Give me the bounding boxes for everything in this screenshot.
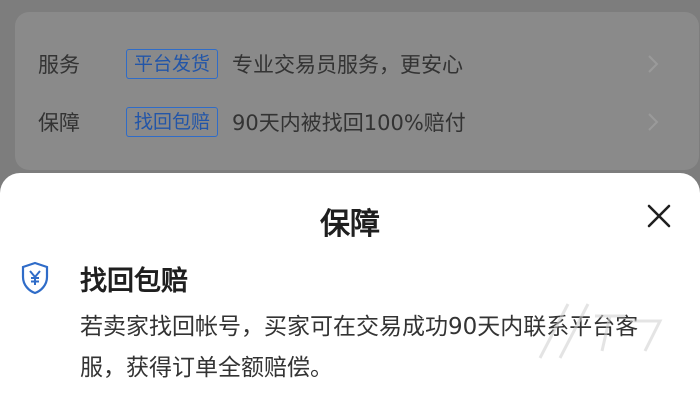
service-row-guarantee[interactable]: 保障 找回包赔 90天内被找回100%赔付 (38, 102, 660, 142)
row-description: 90天内被找回100%赔付 (232, 111, 466, 135)
tag-badge: 平台发货 (126, 49, 219, 79)
shield-yen-icon (21, 261, 49, 295)
sheet-title: 保障 (320, 207, 380, 242)
tag-badge: 找回包赔 (126, 107, 219, 137)
row-description: 专业交易员服务，更安心 (232, 53, 464, 77)
close-icon[interactable] (646, 203, 672, 229)
watermark-logo (538, 303, 663, 359)
chevron-right-icon (648, 55, 659, 73)
chevron-right-icon (648, 113, 659, 131)
row-label: 服务 (38, 53, 80, 77)
service-card (15, 12, 699, 170)
section-title: 找回包赔 (80, 266, 188, 297)
row-label: 保障 (38, 111, 80, 135)
service-row-delivery[interactable]: 服务 平台发货 专业交易员服务，更安心 (38, 44, 660, 84)
guarantee-bottom-sheet: 保障 找回包赔 若卖家找回帐号，买家可在交易成功90天内联系平台客服，获得订单全… (0, 173, 700, 413)
